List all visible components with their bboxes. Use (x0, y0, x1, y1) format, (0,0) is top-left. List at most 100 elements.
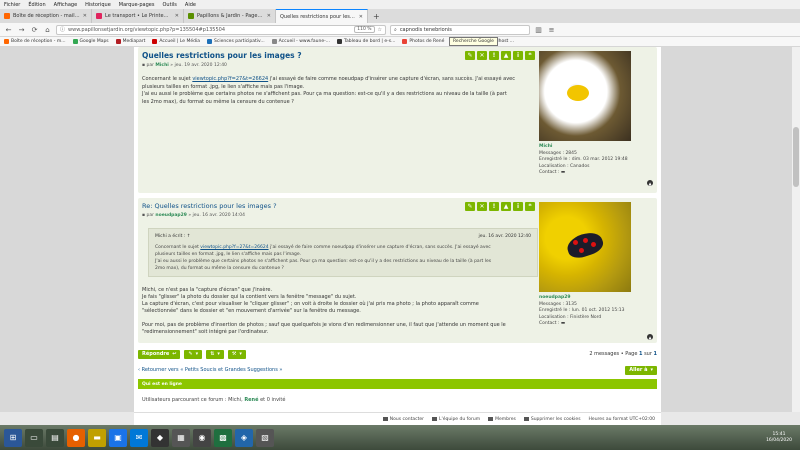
text-line: Michi, ce n'est pas la "capture d'écran"… (142, 287, 273, 293)
menu-view[interactable]: Affichage (54, 2, 78, 8)
reload-icon[interactable]: ⟳ (30, 26, 39, 34)
reply-button[interactable]: Répondre ↩ (138, 349, 181, 359)
back-to-top-icon[interactable]: ▲ (647, 180, 653, 186)
mail-app-icon[interactable]: ✉ (130, 428, 148, 447)
bookmark-mediapart[interactable]: Mediapart (115, 39, 145, 44)
text-line: Pour moi, pas de problème d'insertion de… (142, 322, 506, 328)
avatar[interactable] (539, 202, 631, 292)
system-clock[interactable]: 15:41 16/04/2020 (766, 432, 792, 444)
close-icon[interactable]: ✕ (267, 13, 271, 19)
bookmark-tableau[interactable]: Tableau de bord | e-s... (337, 39, 395, 44)
post-author[interactable]: noeudpap29 (155, 213, 187, 218)
search-bar[interactable]: ⌕ capnodis tenebrionis Recherche Google (390, 24, 530, 46)
scroll-thumb[interactable] (793, 127, 799, 187)
menu-edit[interactable]: Édition (28, 2, 45, 8)
forward-icon[interactable]: → (17, 26, 26, 34)
maps-icon (72, 39, 78, 44)
app-icon[interactable]: ▩ (214, 428, 232, 447)
avatar[interactable] (539, 51, 631, 141)
online-user[interactable]: René (244, 397, 258, 403)
quote-icon[interactable]: ❝ (525, 202, 535, 211)
mail-icon (4, 39, 9, 44)
footer-cookies[interactable]: Supprimer les cookies (523, 417, 581, 422)
edit-icon[interactable]: ✎ (465, 202, 475, 211)
footer-members[interactable]: Membres (488, 417, 516, 422)
photos-app-icon[interactable]: ▣ (109, 428, 127, 447)
quote-icon[interactable]: ❝ (525, 51, 535, 60)
quote-author[interactable]: Michi a écrit : ↑ (155, 233, 191, 240)
explorer-icon[interactable]: ▤ (46, 428, 64, 447)
post-author[interactable]: Michi (155, 63, 168, 68)
post-text: Concernant le sujet viewtopic.php?f=27&t… (142, 76, 534, 106)
bookmark-faune[interactable]: Accueil - www.faune-... (271, 39, 330, 44)
footer-contact[interactable]: Nous contacter (382, 417, 424, 422)
footer-label: L'équipe du forum (438, 416, 481, 422)
firefox-icon[interactable]: ● (67, 428, 85, 447)
post-meta: ▪ par noeudpap29 » jeu. 16 avr. 2020 14:… (142, 213, 534, 218)
topic-link[interactable]: viewtopic.php?f=27&t=26624 (200, 245, 268, 250)
sort-button[interactable]: ⇅ ▾ (206, 349, 224, 359)
footer-team[interactable]: L'équipe du forum (431, 416, 481, 422)
home-icon[interactable]: ⌂ (43, 26, 52, 34)
folder-icon[interactable]: ▬ (88, 428, 106, 447)
zoom-level[interactable]: 110 % (354, 26, 375, 33)
report-icon[interactable]: ! (489, 51, 499, 60)
app-icon[interactable]: ▦ (172, 428, 190, 447)
close-icon[interactable]: ✕ (359, 14, 363, 20)
bookmark-lemedia[interactable]: Accueil | Le Média (152, 39, 200, 44)
menu-history[interactable]: Historique (85, 2, 111, 8)
menu-tools[interactable]: Outils (162, 2, 176, 8)
goto-button[interactable]: Aller à ▾ (625, 365, 657, 375)
bookmark-photos[interactable]: Photos de René (402, 39, 444, 44)
menu-help[interactable]: Aide (185, 2, 196, 8)
text-line: J'ai eu aussi le problème que certains p… (142, 91, 507, 97)
tab-index[interactable]: Papillons & Jardin - Page d'index ✕ (184, 9, 276, 23)
delete-icon[interactable]: ✕ (477, 51, 487, 60)
tab-mail[interactable]: Boîte de réception - mail Orange ✕ (0, 9, 92, 23)
online-user[interactable]: Michi (228, 397, 241, 403)
app-icon[interactable]: ◉ (193, 428, 211, 447)
contact-icon[interactable]: ▬ (561, 321, 565, 326)
app-icon[interactable]: ◈ (235, 428, 253, 447)
bookmark-star-icon[interactable]: ☆ (378, 27, 382, 33)
app-icon[interactable]: ▧ (256, 428, 274, 447)
tab-transport[interactable]: Le transport • Le Printemps Mi... ✕ (92, 9, 184, 23)
report-icon[interactable]: ! (489, 202, 499, 211)
info-icon[interactable]: ⓘ (60, 26, 65, 33)
search-input[interactable]: capnodis tenebrionis (400, 27, 452, 33)
menu-icon[interactable]: ≡ (547, 26, 556, 34)
page-scrollbar[interactable] (792, 47, 800, 412)
windows-start-icon[interactable]: ⊞ (4, 428, 22, 447)
info-icon[interactable]: i (513, 51, 523, 60)
meta-prefix: par (146, 213, 154, 218)
warn-icon[interactable]: ▲ (501, 51, 511, 60)
tab-current[interactable]: Quelles restrictions pour les images ? ✕ (276, 9, 368, 23)
return-link[interactable]: ‹ Retourner vers « Petits Soucis et Gran… (138, 367, 282, 373)
close-icon[interactable]: ✕ (83, 13, 87, 19)
delete-icon[interactable]: ✕ (477, 202, 487, 211)
address-bar[interactable]: ⓘ www.papillonsetjardin.org/viewtopic.ph… (56, 24, 386, 35)
post-date: » jeu. 19 avr. 2020 12:40 (170, 63, 227, 68)
new-tab-button[interactable]: + (368, 9, 385, 23)
close-icon[interactable]: ✕ (175, 13, 179, 19)
app-icon[interactable]: ◆ (151, 428, 169, 447)
back-to-top-icon[interactable]: ▲ (647, 334, 653, 340)
back-icon[interactable]: ← (4, 26, 13, 34)
menu-file[interactable]: Fichier (4, 2, 20, 8)
task-view-icon[interactable]: ▭ (25, 428, 43, 447)
moderation-button[interactable]: ⚒ ▾ (227, 349, 246, 359)
chevron-down-icon: ▾ (650, 367, 653, 373)
bookmark-maps[interactable]: Google Maps (72, 39, 109, 44)
info-icon[interactable]: i (513, 202, 523, 211)
bookmark-mail[interactable]: Boîte de réception - m... (4, 39, 66, 44)
edit-icon[interactable]: ✎ (465, 51, 475, 60)
menu-bookmarks[interactable]: Marque-pages (119, 2, 155, 8)
forum-footer: Nous contacter L'équipe du forum Membres… (134, 412, 661, 425)
tools-button[interactable]: ✎ ▾ (184, 349, 203, 359)
bookmark-label: Sciences participativ... (214, 39, 265, 44)
bookmark-sciences[interactable]: Sciences participativ... (207, 39, 265, 44)
warn-icon[interactable]: ▲ (501, 202, 511, 211)
contact-icon[interactable]: ▬ (561, 170, 565, 175)
library-icon[interactable]: ▥ (534, 26, 543, 34)
topic-link[interactable]: viewtopic.php?f=27&t=26624 (192, 76, 268, 82)
